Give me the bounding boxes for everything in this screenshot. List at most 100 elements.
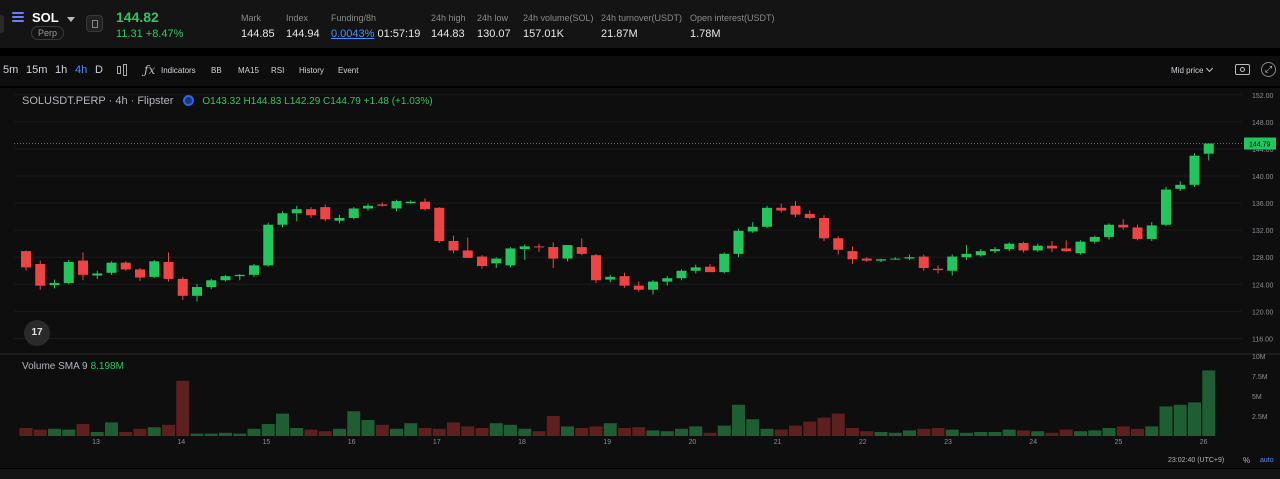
volume-bar [888, 432, 902, 436]
study-event[interactable]: Event [338, 66, 358, 75]
volume-bar [162, 424, 175, 436]
interval-4h[interactable]: 4h [75, 64, 87, 76]
volume-bar [475, 428, 489, 436]
market-header: SOL Perp 144.82 11.31 +8.47% Mark 144.85… [0, 0, 1280, 48]
x-tick-label: 24 [1029, 439, 1037, 446]
interval-5m[interactable]: 5m [3, 64, 18, 76]
study-history[interactable]: History [299, 66, 324, 75]
study-rsi[interactable]: RSI [271, 66, 284, 75]
price-tick-label: 120.00 [1252, 309, 1274, 316]
volume-bar [746, 419, 760, 436]
stat-label: Index [286, 13, 309, 23]
interval-1h[interactable]: 1h [55, 64, 67, 76]
volume-tick-label: 5M [1252, 394, 1262, 401]
interval-d[interactable]: D [95, 64, 103, 76]
price-tick-label: 136.00 [1252, 201, 1274, 208]
volume-bar [831, 413, 845, 436]
candle-body [890, 258, 901, 260]
panel-edge [0, 15, 4, 33]
fullscreen-icon[interactable]: ⤢ [1261, 62, 1276, 77]
indicators-icon[interactable]: ƒx [144, 63, 155, 77]
symbol-name[interactable]: SOL [32, 10, 59, 25]
price-chart[interactable]: 116.00 120.00 124.00 128.00 132.00 136.00 140.… [0, 88, 1280, 468]
volume-bar [1159, 406, 1173, 436]
candle-body [35, 264, 46, 286]
funding-countdown: 01:57:19 [377, 28, 421, 40]
document-icon[interactable] [86, 15, 103, 32]
volume-bar [461, 426, 475, 436]
candle-body [320, 207, 331, 220]
candle-body [92, 273, 103, 276]
candle-body [434, 207, 445, 241]
volume-bar [960, 432, 973, 436]
indicators-button[interactable]: Indicators [161, 66, 196, 75]
volume-bar [646, 430, 660, 436]
interval-15m[interactable]: 15m [26, 64, 47, 76]
stat-24h-high: 24h high 144.83 [431, 13, 466, 40]
stat-mark: Mark 144.85 [241, 13, 275, 40]
candle-body [534, 246, 544, 248]
volume-bar [361, 420, 375, 436]
x-tick-label: 18 [518, 439, 526, 446]
volume-bar [418, 428, 432, 436]
study-ma15[interactable]: MA15 [238, 66, 259, 75]
volume-bar [903, 430, 916, 436]
study-bb[interactable]: BB [211, 66, 222, 75]
menu-icon[interactable] [12, 12, 24, 24]
candle-body [177, 278, 188, 296]
stat-24h-turnover: 24h turnover(USDT) 21.87M [601, 13, 682, 40]
volume-bar [119, 432, 133, 436]
x-tick-label: 26 [1200, 439, 1208, 446]
volume-sma-value: 8.198M [90, 361, 124, 372]
volume-bar [589, 426, 603, 436]
stat-value: 144.94 [286, 28, 320, 40]
chevron-down-icon[interactable] [67, 17, 75, 22]
candle-body [420, 201, 430, 210]
candle-body [1203, 143, 1214, 154]
candle-body [705, 266, 715, 273]
volume-bar [105, 422, 118, 436]
candles-icon[interactable] [117, 64, 129, 77]
price-tick-label: 148.00 [1252, 120, 1274, 127]
price-change: 11.31 +8.47% [116, 28, 184, 40]
funding-rate-link[interactable]: 0.0043% [331, 28, 374, 40]
candle-body [1132, 227, 1143, 239]
stat-label: 24h turnover(USDT) [601, 13, 683, 23]
candle-body [548, 247, 559, 259]
volume-bar [318, 431, 332, 436]
candle-body [462, 250, 473, 258]
candle-body [990, 249, 1000, 252]
volume-bar [62, 429, 76, 436]
volume-bar [147, 427, 161, 436]
volume-bar [1102, 428, 1116, 436]
candle-body [961, 253, 972, 258]
volume-bar [1173, 404, 1187, 436]
volume-label: Volume SMA 9 [22, 361, 88, 372]
candle-body [719, 253, 730, 273]
candle-body [163, 261, 174, 279]
candle-body [448, 240, 459, 251]
price-tick-label: 132.00 [1252, 228, 1274, 235]
price-tick-label: 128.00 [1252, 255, 1274, 262]
volume-bar [504, 424, 517, 436]
chart-panel[interactable]: 116.00 120.00 124.00 128.00 132.00 136.00 140.… [0, 88, 1280, 468]
stat-label: Funding/8h [331, 13, 377, 23]
percent-scale-toggle[interactable]: % [1243, 456, 1250, 465]
volume-bar [404, 423, 418, 436]
auto-scale-toggle[interactable]: auto [1260, 457, 1274, 464]
x-tick-label: 22 [859, 439, 867, 446]
tradingview-logo[interactable]: 17 [24, 320, 50, 346]
x-tick-label: 21 [774, 439, 782, 446]
stat-value: 157.01K [523, 28, 564, 40]
camera-icon[interactable] [1235, 64, 1250, 75]
candle-body [477, 256, 487, 267]
volume-bar [803, 421, 817, 436]
x-tick-label: 19 [603, 439, 611, 446]
volume-bar [789, 425, 802, 436]
candle-body [220, 276, 231, 281]
volume-bar [931, 428, 945, 436]
candle-body [1004, 243, 1015, 250]
price-source-select[interactable]: Mid price [1171, 64, 1214, 75]
candle-body [876, 259, 886, 261]
candle-body [135, 269, 145, 278]
